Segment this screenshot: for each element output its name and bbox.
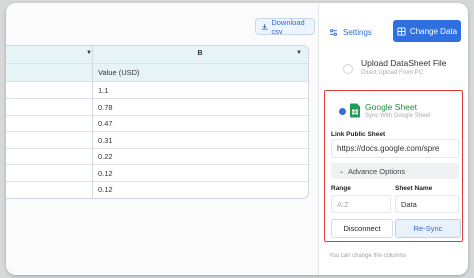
column-divider [92,46,93,198]
sheet-name-label: Sheet Name [395,185,433,192]
chevron-down-icon: ⌄ [339,168,345,175]
advance-options-toggle[interactable]: ⌄ Advance Options [331,163,459,179]
download-csv-label: Download csv [271,17,305,36]
upload-option[interactable]: Upload DataSheet File Direct Upload From… [329,55,463,81]
value-cell[interactable]: 1.1 [98,86,108,95]
google-sheet-option: Google Sheet Sync With Google Sheet Link… [324,90,463,242]
google-sheet-title: Google Sheet [365,102,417,112]
resync-button[interactable]: Re-Sync [395,219,461,238]
table-row[interactable]: 0.47 [6,115,308,132]
upload-title: Upload DataSheet File [361,58,447,68]
sliders-icon [329,28,338,36]
google-sheet-icon [350,103,360,118]
table-icon [397,26,406,36]
tab-change-data-label: Change Data [409,26,458,36]
table-row[interactable]: 0.12 [6,165,308,182]
sheet-name-input[interactable]: Data [395,195,459,213]
table-row[interactable]: 0.12 [6,181,308,197]
tab-settings-label: Settings [343,27,372,37]
google-sheet-subtitle: Sync With Google Sheet [365,113,431,119]
column-b-header: B [197,50,203,57]
tab-settings[interactable]: Settings [329,21,393,43]
disconnect-button[interactable]: Disconnect [331,219,393,238]
screenshot-frame: Download csv ▼ B ▼ Value (USD) 1.1 0.78 0.… [0,0,474,278]
range-input[interactable]: A:Z [331,195,391,213]
download-icon [261,23,268,30]
column-letter-row: ▼ B ▼ [6,46,308,64]
tab-change-data[interactable]: Change Data [393,20,461,42]
table-row[interactable]: 0.31 [6,132,308,149]
footer-note: You can change the columns [329,253,406,259]
link-label: Link Public Sheet [331,131,386,138]
value-cell[interactable]: 0.47 [98,119,113,128]
table-row[interactable]: 0.78 [6,99,308,116]
value-cell[interactable]: 0.12 [98,169,113,178]
app-window: Download csv ▼ B ▼ Value (USD) 1.1 0.78 0.… [6,3,468,275]
value-cell[interactable]: 0.78 [98,103,113,112]
upload-radio[interactable] [343,64,353,74]
advance-options-label: Advance Options [348,166,406,176]
field-header-row: Value (USD) [6,64,308,82]
table-row[interactable]: 0.22 [6,148,308,165]
spreadsheet-grid[interactable]: ▼ B ▼ Value (USD) 1.1 0.78 0.47 0.31 0.22 0.1… [6,45,309,199]
download-csv-button[interactable]: Download csv [255,17,315,36]
google-sheet-radio[interactable] [339,108,346,115]
value-cell[interactable]: 0.31 [98,136,113,145]
settings-panel: Settings Change Data Upload DataSheet Fi… [318,3,468,275]
value-cell[interactable]: 0.12 [98,185,113,194]
range-label: Range [331,185,351,192]
data-grid-panel: Download csv ▼ B ▼ Value (USD) 1.1 0.78 0.… [6,3,318,275]
column-b-dropdown-icon[interactable]: ▼ [296,50,302,56]
upload-subtitle: Direct Upload From PC [361,70,424,76]
value-header-cell[interactable]: Value (USD) [98,68,140,77]
table-row[interactable]: 1.1 [6,82,308,99]
value-cell[interactable]: 0.22 [98,152,113,161]
sheet-url-input[interactable]: https://docs.google.com/spre [331,139,459,158]
